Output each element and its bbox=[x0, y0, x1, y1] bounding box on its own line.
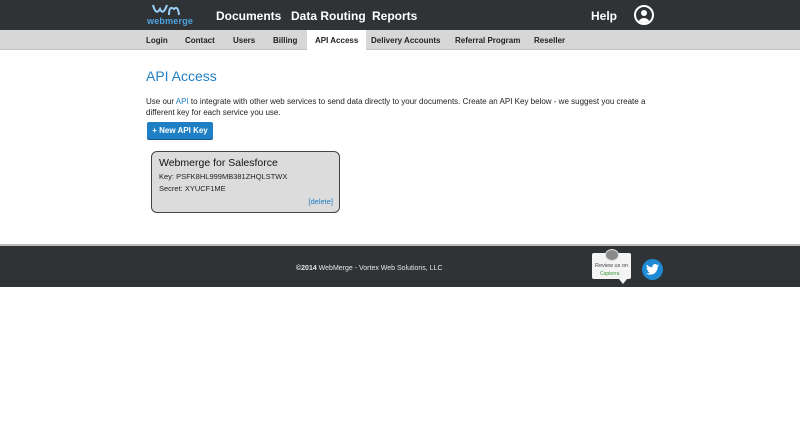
review-bubble-icon bbox=[605, 249, 619, 261]
user-avatar-icon[interactable] bbox=[634, 5, 654, 25]
tab-users[interactable]: Users bbox=[233, 30, 255, 49]
review-brand: Capterra bbox=[600, 271, 620, 277]
twitter-icon[interactable] bbox=[642, 259, 663, 280]
intro-before: Use our bbox=[146, 97, 176, 106]
tab-api-access[interactable]: API Access bbox=[307, 30, 367, 50]
nav-reports[interactable]: Reports bbox=[372, 9, 417, 23]
nav-documents[interactable]: Documents bbox=[216, 9, 281, 23]
delete-key-link[interactable]: [delete] bbox=[308, 197, 333, 206]
api-key-name: Webmerge for Salesforce bbox=[159, 157, 278, 169]
api-key-card: Webmerge for Salesforce Key: PSFK8HL999M… bbox=[151, 151, 340, 213]
new-api-key-button[interactable]: + New API Key bbox=[147, 122, 213, 139]
copyright-year: ©2014 bbox=[296, 265, 317, 272]
tab-delivery-accounts[interactable]: Delivery Accounts bbox=[371, 30, 441, 49]
tab-login[interactable]: Login bbox=[146, 30, 168, 49]
page-title: API Access bbox=[146, 68, 217, 84]
review-tail bbox=[619, 279, 627, 284]
top-nav-bar: webmerge Documents Data Routing Reports … bbox=[0, 0, 800, 30]
api-key-secret: Secret: XYUCF1ME bbox=[159, 184, 226, 193]
logo-mark-icon bbox=[152, 4, 180, 16]
settings-subnav: Login Contact Users Billing API Access D… bbox=[0, 30, 800, 50]
tab-billing[interactable]: Billing bbox=[273, 30, 297, 49]
avatar-body bbox=[638, 18, 650, 23]
tab-reseller[interactable]: Reseller bbox=[534, 30, 565, 49]
api-docs-link[interactable]: API bbox=[176, 97, 189, 106]
nav-data-routing[interactable]: Data Routing bbox=[291, 9, 366, 23]
nav-help[interactable]: Help bbox=[591, 9, 617, 23]
review-badge-icon[interactable]: Review us on Capterra bbox=[592, 249, 631, 284]
twitter-bird-icon bbox=[646, 264, 659, 275]
copyright-text: ©2014 WebMerge - Vortex Web Solutions, L… bbox=[296, 265, 443, 272]
review-text: Review us on bbox=[595, 263, 629, 269]
intro-text: Use our API to integrate with other web … bbox=[146, 96, 676, 118]
webmerge-logo[interactable]: webmerge bbox=[147, 3, 197, 29]
avatar-head bbox=[641, 10, 647, 16]
logo-text: webmerge bbox=[147, 16, 194, 26]
intro-after: to integrate with other web services to … bbox=[146, 97, 646, 117]
footer: ©2014 WebMerge - Vortex Web Solutions, L… bbox=[0, 244, 800, 287]
api-key-value: Key: PSFK8HL999MB381ZHQLSTWX bbox=[159, 172, 288, 181]
tab-referral-program[interactable]: Referral Program bbox=[455, 30, 520, 49]
tab-contact[interactable]: Contact bbox=[185, 30, 215, 49]
copyright-company: WebMerge - Vortex Web Solutions, LLC bbox=[316, 265, 443, 272]
